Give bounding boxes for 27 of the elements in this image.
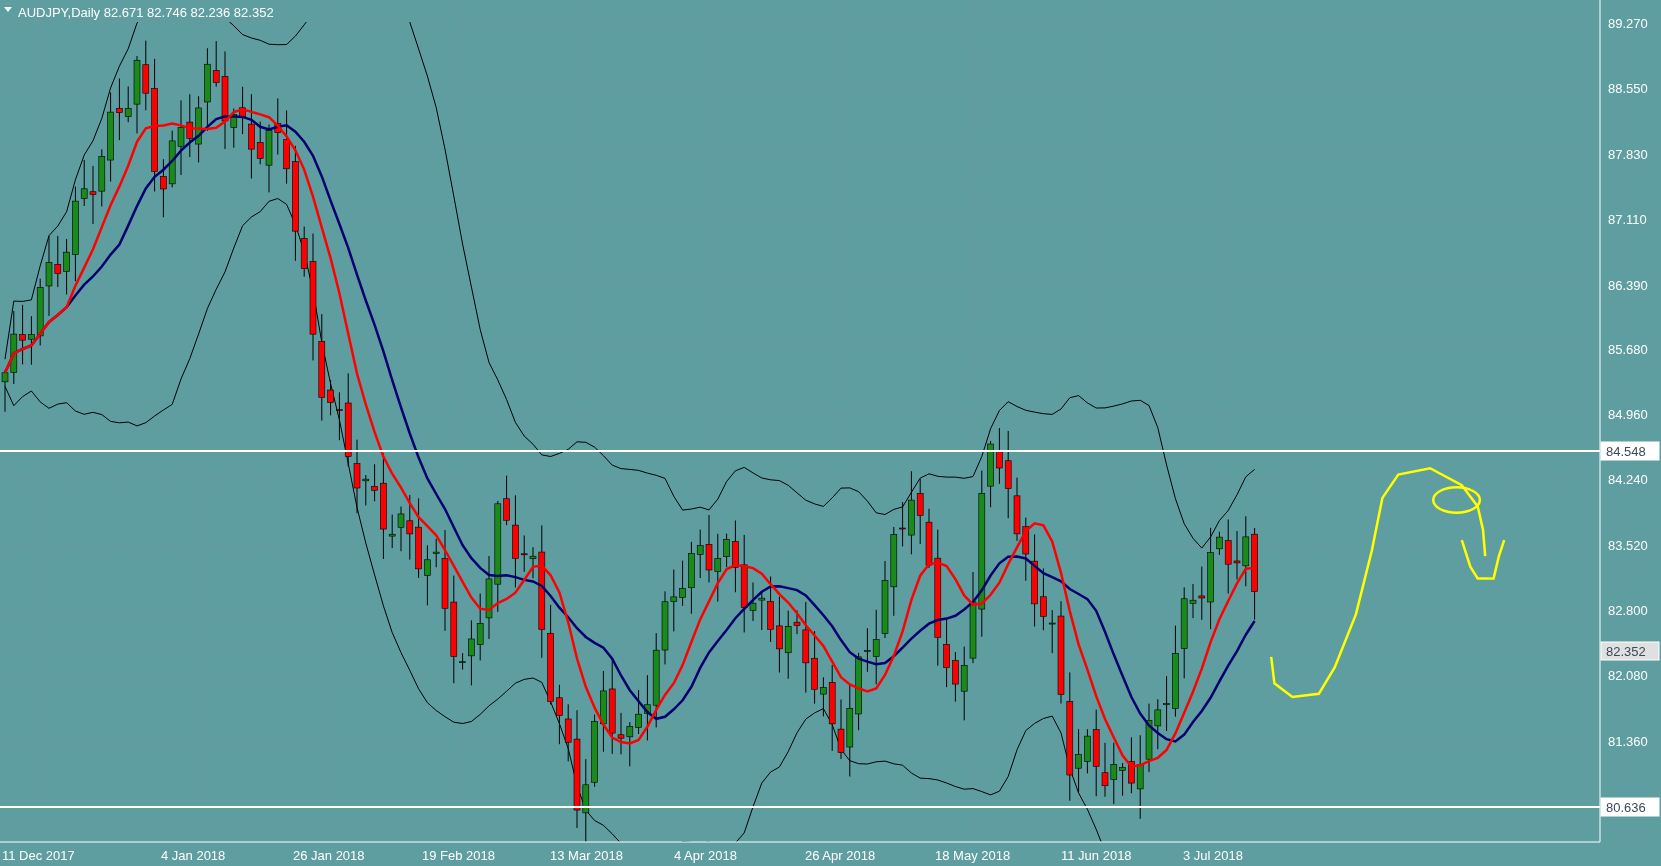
date-axis-label: 3 Jul 2018 <box>1183 848 1243 863</box>
date-axis-label: 11 Dec 2017 <box>2 848 75 863</box>
price-axis-label: 89.270 <box>1608 16 1648 31</box>
date-axis-label: 18 May 2018 <box>935 848 1011 863</box>
price-axis-label: 87.110 <box>1608 212 1647 227</box>
date-axis-label: 19 Feb 2018 <box>422 848 495 863</box>
dropdown-triangle-icon[interactable] <box>4 7 12 12</box>
price-axis-label: 87.830 <box>1608 147 1648 162</box>
price-axis-label: 84.960 <box>1608 407 1648 422</box>
price-tag: 80.636 <box>1600 797 1660 817</box>
price-axis-label: 83.520 <box>1608 538 1648 553</box>
price-tag: 82.352 <box>1600 641 1660 661</box>
price-axis-label: 81.360 <box>1608 734 1648 749</box>
price-axis-label: 82.800 <box>1608 603 1648 618</box>
price-axis-label: 82.080 <box>1608 668 1648 683</box>
price-tag: 84.548 <box>1600 441 1660 461</box>
date-axis-label: 4 Apr 2018 <box>674 848 737 863</box>
symbol-info: AUDJPY,Daily 82.671 82.746 82.236 82.352 <box>18 5 274 20</box>
price-axis-label: 86.390 <box>1608 278 1648 293</box>
price-axis-label: 84.240 <box>1608 472 1648 487</box>
date-axis-label: 26 Jan 2018 <box>293 848 365 863</box>
price-axis-label: 85.680 <box>1608 342 1648 357</box>
date-axis-label: 26 Apr 2018 <box>805 848 876 863</box>
date-axis-label: 13 Mar 2018 <box>550 848 623 863</box>
price-axis-label: 88.550 <box>1608 81 1648 96</box>
date-axis-label: 4 Jan 2018 <box>161 848 226 863</box>
date-axis-label: 11 Jun 2018 <box>1061 848 1132 863</box>
